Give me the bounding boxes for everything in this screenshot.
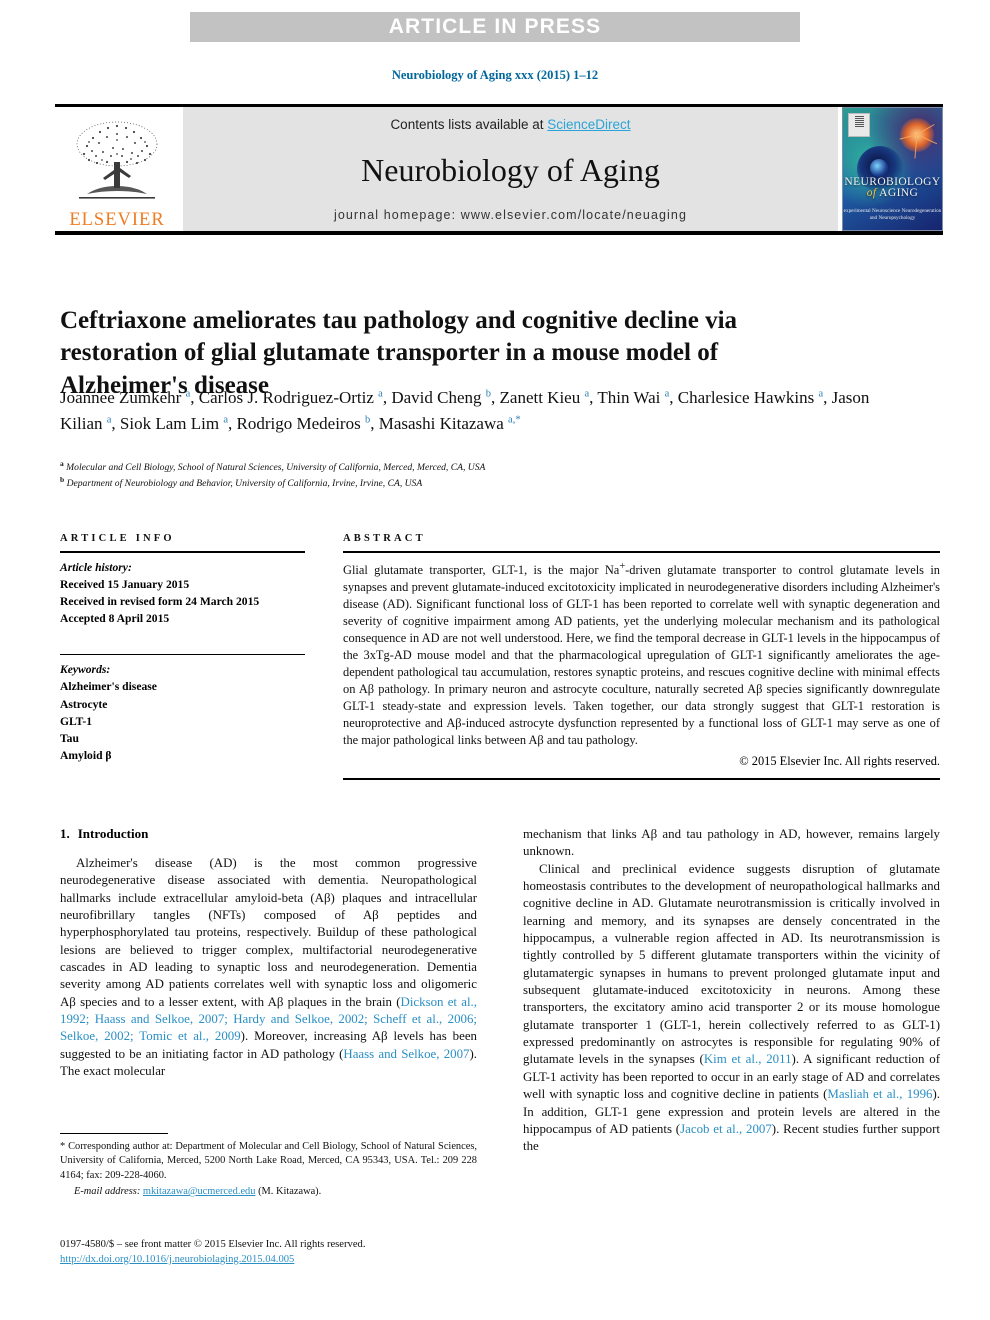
journal-title: Neurobiology of Aging (361, 152, 660, 188)
info-abstract-row: ARTICLE INFO Article history: Received 1… (60, 533, 940, 780)
paragraph: Alzheimer's disease (AD) is the most com… (60, 856, 477, 1079)
history-received: Received 15 January 2015 (60, 577, 190, 591)
journal-masthead: ELSEVIER Contents lists available at Sci… (55, 104, 943, 235)
email-address-label: E-mail address: (74, 1186, 141, 1198)
affiliation-text-b: Department of Neurobiology and Behavior,… (66, 478, 423, 490)
paragraph: mechanism that links Aβ and tau patholog… (523, 827, 940, 859)
abstract-text: Glial glutamate transporter, GLT-1, is t… (343, 560, 940, 748)
email-owner: (M. Kitazawa). (258, 1186, 322, 1198)
keywords-block: Keywords: Alzheimer's disease Astrocyte … (60, 654, 305, 764)
history-accepted: Accepted 8 April 2015 (60, 612, 170, 626)
journal-homepage-line[interactable]: journal homepage: www.elsevier.com/locat… (334, 208, 687, 222)
keyword-item: Amyloid β (60, 749, 112, 763)
contents-available-line: Contents lists available at ScienceDirec… (390, 117, 630, 132)
article-info-column: ARTICLE INFO Article history: Received 1… (60, 533, 305, 780)
article-in-press-label: ARTICLE IN PRESS (388, 15, 602, 38)
section-heading-introduction: 1. Introduction (60, 826, 477, 842)
abstract-rule-bottom (343, 778, 940, 780)
article-history-label: Article history: (60, 560, 132, 574)
paragraph: Clinical and preclinical evidence sugges… (523, 861, 940, 1154)
elsevier-wordmark: ELSEVIER (69, 209, 165, 230)
elsevier-logo: ELSEVIER (55, 107, 179, 231)
imprint-block: 0197-4580/$ – see front matter © 2015 El… (60, 1238, 540, 1268)
section-title: Introduction (77, 826, 149, 841)
cover-title-line2: of AGING (843, 187, 942, 200)
issn-front-matter: 0197-4580/$ – see front matter © 2015 El… (60, 1239, 366, 1250)
cover-subtitle: experimental Neuroscience Neurodegenerat… (843, 207, 942, 221)
keyword-item: Tau (60, 731, 79, 745)
affiliation-b: b Department of Neurobiology and Behavio… (60, 475, 870, 491)
author-list: Joannee Zumkehr a, Carlos J. Rodriguez-O… (60, 388, 870, 433)
contents-prefix-label: Contents lists available at (390, 117, 548, 132)
section-number: 1. (60, 826, 70, 841)
masthead-bottom-rule (55, 231, 943, 235)
email-link[interactable]: mkitazawa@ucmerced.edu (143, 1186, 256, 1197)
body-column-left: 1. Introduction Alzheimer's disease (AD) … (60, 826, 477, 1156)
affiliation-mark-a: a (60, 459, 64, 468)
cover-title: NEUROBIOLOGY of AGING (843, 176, 942, 200)
affiliation-text-a: Molecular and Cell Biology, School of Na… (66, 462, 486, 474)
keyword-item: Astrocyte (60, 697, 108, 711)
journal-cover-thumbnail: NEUROBIOLOGY of AGING experimental Neuro… (842, 107, 943, 231)
sciencedirect-link[interactable]: ScienceDirect (547, 117, 630, 132)
masthead-body: ELSEVIER Contents lists available at Sci… (55, 107, 943, 231)
affiliation-a: a Molecular and Cell Biology, School of … (60, 459, 870, 475)
body-columns: 1. Introduction Alzheimer's disease (AD) … (60, 826, 940, 1156)
abstract-column: ABSTRACT Glial glutamate transporter, GL… (343, 533, 940, 780)
keyword-item: Alzheimer's disease (60, 680, 157, 694)
article-history-block: Article history: Received 15 January 201… (60, 553, 305, 628)
corresponding-email-note: E-mail address: mkitazawa@ucmerced.edu (… (60, 1185, 477, 1199)
keywords-list: Keywords: Alzheimer's disease Astrocyte … (60, 655, 305, 764)
keywords-label: Keywords: (60, 663, 111, 677)
affiliation-list: a Molecular and Cell Biology, School of … (60, 459, 870, 491)
masthead-center-panel: Contents lists available at ScienceDirec… (183, 107, 838, 231)
doi-link[interactable]: http://dx.doi.org/10.1016/j.neurobiolagi… (60, 1254, 294, 1265)
corresponding-author-note: * Corresponding author at: Department of… (60, 1141, 477, 1181)
cover-publisher-mark (848, 113, 870, 137)
keyword-item: GLT-1 (60, 714, 93, 728)
abstract-heading: ABSTRACT (343, 533, 426, 544)
article-info-heading: ARTICLE INFO (60, 533, 175, 544)
cover-title-of: of (866, 187, 877, 200)
copyright-line: © 2015 Elsevier Inc. All rights reserved… (739, 754, 940, 769)
affiliation-mark-b: b (60, 475, 65, 485)
journal-running-head: Neurobiology of Aging xxx (2015) 1–12 (391, 68, 599, 82)
history-revised: Received in revised form 24 March 2015 (60, 594, 260, 608)
body-column-right: mechanism that links Aβ and tau patholog… (523, 826, 940, 1156)
footnote-rule (60, 1133, 168, 1134)
footnote-block: * Corresponding author at: Department of… (60, 1133, 477, 1199)
cover-title-aging: AGING (876, 187, 919, 200)
article-in-press-banner: ARTICLE IN PRESS (190, 12, 800, 42)
cover-neuron-nucleus (870, 159, 888, 177)
elsevier-tree-icon (67, 118, 167, 210)
